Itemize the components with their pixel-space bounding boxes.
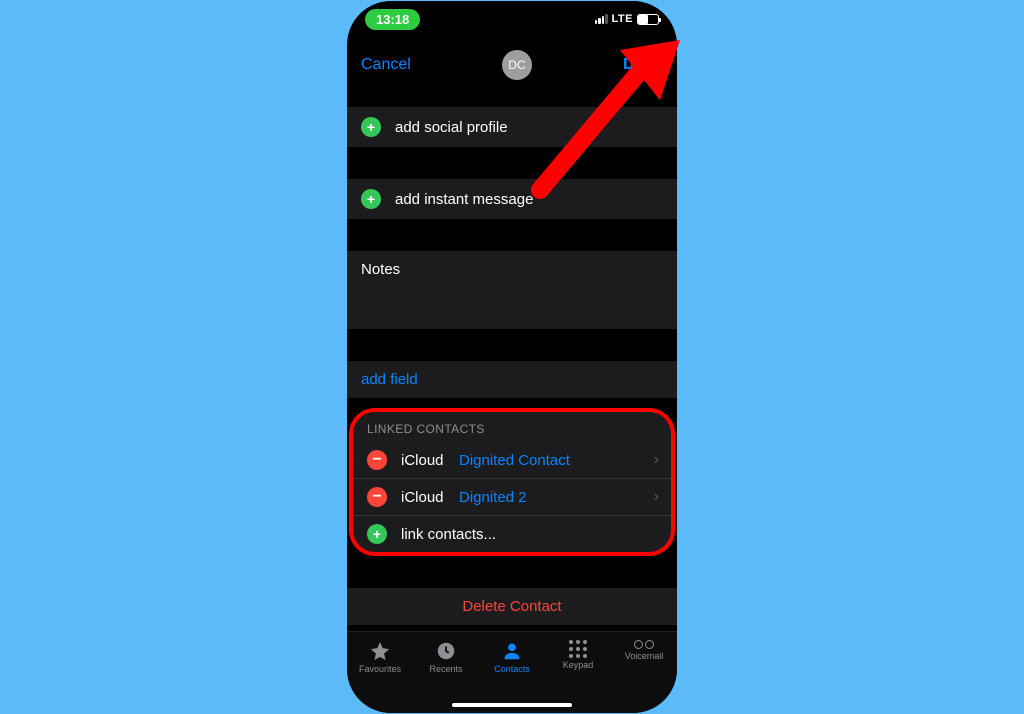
chevron-right-icon: › [654, 488, 659, 506]
tab-label: Voicemail [625, 651, 664, 661]
network-label: LTE [612, 13, 633, 25]
tab-favourites[interactable]: Favourites [350, 640, 410, 674]
tab-contacts[interactable]: Contacts [482, 640, 542, 674]
content-area: + add social profile + add instant messa… [347, 93, 677, 625]
minus-icon[interactable]: − [367, 487, 387, 507]
plus-icon: + [367, 524, 387, 544]
linked-contact-row[interactable]: − iCloud Dignited 2 › [353, 479, 671, 516]
notes-label: Notes [361, 261, 400, 278]
edit-contact-header: Cancel DC Done [347, 37, 677, 93]
minus-icon[interactable]: − [367, 450, 387, 470]
linked-contacts-header: LINKED CONTACTS [353, 412, 671, 442]
tab-label: Keypad [563, 660, 594, 670]
tab-label: Favourites [359, 664, 401, 674]
signal-icon [595, 14, 608, 24]
linked-source: iCloud [401, 489, 447, 506]
home-indicator[interactable] [452, 703, 572, 707]
person-icon [501, 640, 523, 662]
battery-icon [637, 14, 659, 25]
tab-label: Recents [429, 664, 462, 674]
phone-frame: 13:18 LTE Cancel DC Done + add social pr… [347, 1, 677, 713]
linked-source: iCloud [401, 452, 447, 469]
delete-label: Delete Contact [462, 598, 561, 615]
chevron-right-icon: › [654, 451, 659, 469]
tab-label: Contacts [494, 664, 530, 674]
tab-voicemail[interactable]: Voicemail [614, 640, 674, 661]
linked-name: Dignited 2 [459, 489, 654, 506]
delete-contact-row[interactable]: Delete Contact [347, 588, 677, 625]
tab-keypad[interactable]: Keypad [548, 640, 608, 670]
row-label: add social profile [395, 119, 508, 136]
cancel-button[interactable]: Cancel [361, 56, 411, 74]
tab-bar: Favourites Recents Contacts Keypad Voice… [347, 631, 677, 713]
clock-icon [435, 640, 457, 662]
voicemail-icon [634, 640, 654, 649]
contact-avatar[interactable]: DC [502, 50, 532, 80]
row-label: add field [361, 371, 418, 388]
done-button[interactable]: Done [623, 56, 663, 74]
add-instant-message-row[interactable]: + add instant message [347, 179, 677, 219]
add-social-profile-row[interactable]: + add social profile [347, 107, 677, 147]
linked-contact-row[interactable]: − iCloud Dignited Contact › [353, 442, 671, 479]
linked-contacts-section: LINKED CONTACTS − iCloud Dignited Contac… [349, 408, 675, 556]
star-icon [369, 640, 391, 662]
link-more-contacts-row[interactable]: + link contacts... [353, 516, 671, 552]
notes-field[interactable]: Notes [347, 251, 677, 329]
row-label: add instant message [395, 191, 533, 208]
row-label: link contacts... [401, 526, 496, 543]
keypad-icon [569, 640, 587, 658]
plus-icon: + [361, 117, 381, 137]
add-field-row[interactable]: add field [347, 361, 677, 398]
tab-recents[interactable]: Recents [416, 640, 476, 674]
status-bar: 13:18 LTE [347, 1, 677, 37]
status-time-active-pill[interactable]: 13:18 [365, 9, 420, 30]
linked-name: Dignited Contact [459, 452, 654, 469]
status-right: LTE [595, 13, 659, 25]
plus-icon: + [361, 189, 381, 209]
